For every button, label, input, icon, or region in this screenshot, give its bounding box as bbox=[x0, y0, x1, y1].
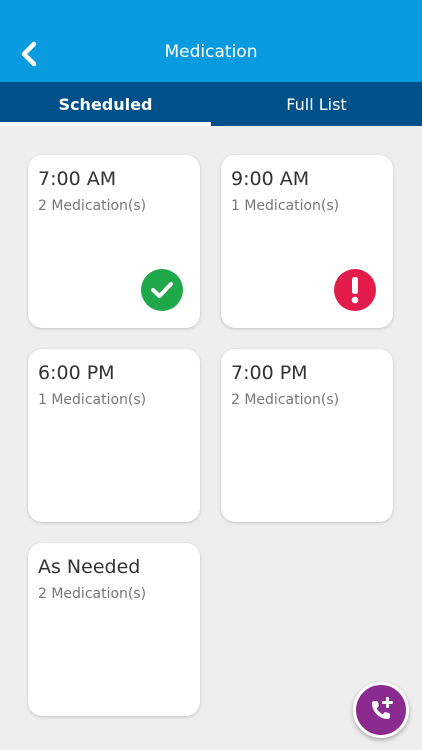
schedule-grid: 7:00 AM 2 Medication(s) 9:00 AM 1 Medica… bbox=[28, 155, 394, 716]
exclamation-circle-icon bbox=[334, 269, 376, 311]
card-med-count: 2 Medication(s) bbox=[231, 392, 340, 408]
schedule-card-6pm[interactable]: 6:00 PM 1 Medication(s) bbox=[28, 349, 200, 522]
phone-plus-icon bbox=[372, 697, 393, 719]
card-med-count: 2 Medication(s) bbox=[38, 198, 147, 214]
card-time: 6:00 PM bbox=[38, 362, 115, 384]
card-med-count: 2 Medication(s) bbox=[38, 586, 147, 602]
card-med-count: 1 Medication(s) bbox=[231, 198, 340, 214]
tab-scheduled[interactable]: Scheduled bbox=[0, 82, 211, 126]
card-time: 7:00 AM bbox=[38, 168, 117, 190]
tab-bar: Scheduled Full List bbox=[0, 82, 422, 126]
page-title: Medication bbox=[164, 42, 258, 62]
card-time: 9:00 AM bbox=[231, 168, 310, 190]
call-fab-button[interactable] bbox=[353, 682, 409, 738]
card-time: As Needed bbox=[38, 556, 141, 578]
card-med-count: 1 Medication(s) bbox=[38, 392, 147, 408]
tab-full-list-label: Full List bbox=[286, 94, 347, 114]
check-circle-icon bbox=[141, 269, 183, 311]
tab-full-list[interactable]: Full List bbox=[211, 82, 422, 126]
schedule-card-7pm[interactable]: 7:00 PM 2 Medication(s) bbox=[221, 349, 393, 522]
tab-scheduled-label: Scheduled bbox=[58, 94, 153, 114]
schedule-card-as-needed[interactable]: As Needed 2 Medication(s) bbox=[28, 543, 200, 716]
card-time: 7:00 PM bbox=[231, 362, 308, 384]
schedule-card-7am[interactable]: 7:00 AM 2 Medication(s) bbox=[28, 155, 200, 328]
schedule-card-9am[interactable]: 9:00 AM 1 Medication(s) bbox=[221, 155, 393, 328]
app-header: Medication bbox=[0, 0, 422, 82]
